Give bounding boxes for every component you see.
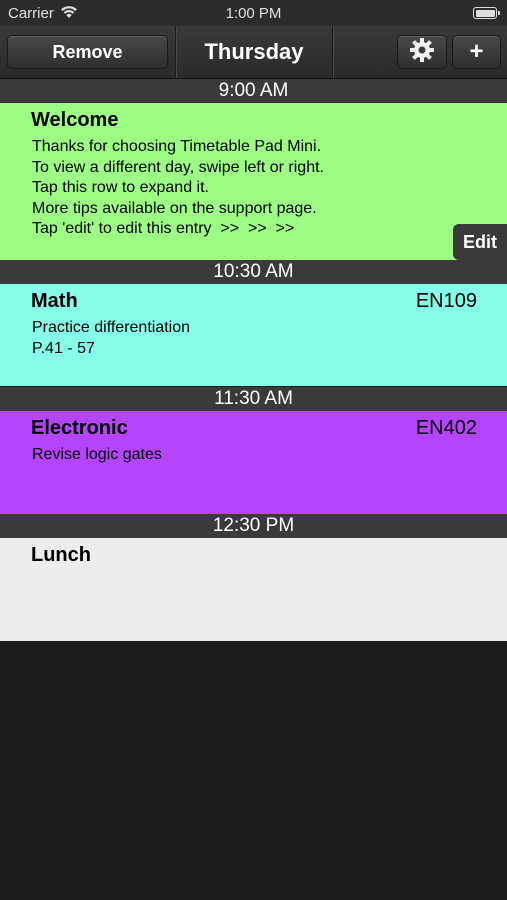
battery-icon xyxy=(473,7,500,19)
entry-note-line: More tips available on the support page. xyxy=(32,199,317,217)
entry-note-line: Tap this row to expand it. xyxy=(32,179,209,196)
entry-room: EN109 xyxy=(415,290,477,312)
status-time: 1:00 PM xyxy=(225,5,282,22)
entry-note-line: P.41 - 57 xyxy=(32,339,95,357)
entry-title: Lunch xyxy=(31,544,91,566)
gear-icon xyxy=(409,37,435,68)
entry-title: Welcome xyxy=(31,109,119,131)
time-header: 11:30 AM xyxy=(0,387,507,411)
entry-note-line: Practice differentiation xyxy=(32,319,191,336)
timetable-entry-lunch[interactable]: Lunch xyxy=(0,538,507,641)
time-header: 10:30 AM xyxy=(0,260,507,284)
entry-note-line: Tap 'edit' to edit this entry >> >> >> xyxy=(32,220,295,237)
status-bar: Carrier 1:00 PM xyxy=(0,0,507,26)
entry-title: Electronic xyxy=(31,417,128,439)
entry-note-line: Revise logic gates xyxy=(32,446,162,463)
timetable-entry-math[interactable]: Math EN109 Practice differentiation P.41… xyxy=(0,284,507,386)
toolbar: Remove Thursday + xyxy=(0,26,507,79)
entry-note-line: Thanks for choosing Timetable Pad Mini. xyxy=(32,138,322,155)
time-header: 9:00 AM xyxy=(0,79,507,103)
entry-title: Math xyxy=(31,290,78,312)
time-header: 12:30 PM xyxy=(0,514,507,538)
settings-button[interactable] xyxy=(397,35,447,69)
remove-button[interactable]: Remove xyxy=(7,35,168,69)
timetable-entry-welcome[interactable]: Welcome Thanks for choosing Timetable Pa… xyxy=(0,103,507,260)
toolbar-divider xyxy=(332,26,333,78)
entry-note-line: To view a different day, swipe left or r… xyxy=(32,158,324,176)
add-entry-button[interactable]: + xyxy=(452,35,501,69)
entry-room: EN402 xyxy=(415,417,477,439)
day-title[interactable]: Thursday xyxy=(176,26,332,78)
edit-button[interactable]: Edit xyxy=(453,224,507,260)
timetable-entry-electronic[interactable]: Electronic EN402 Revise logic gates xyxy=(0,411,507,514)
